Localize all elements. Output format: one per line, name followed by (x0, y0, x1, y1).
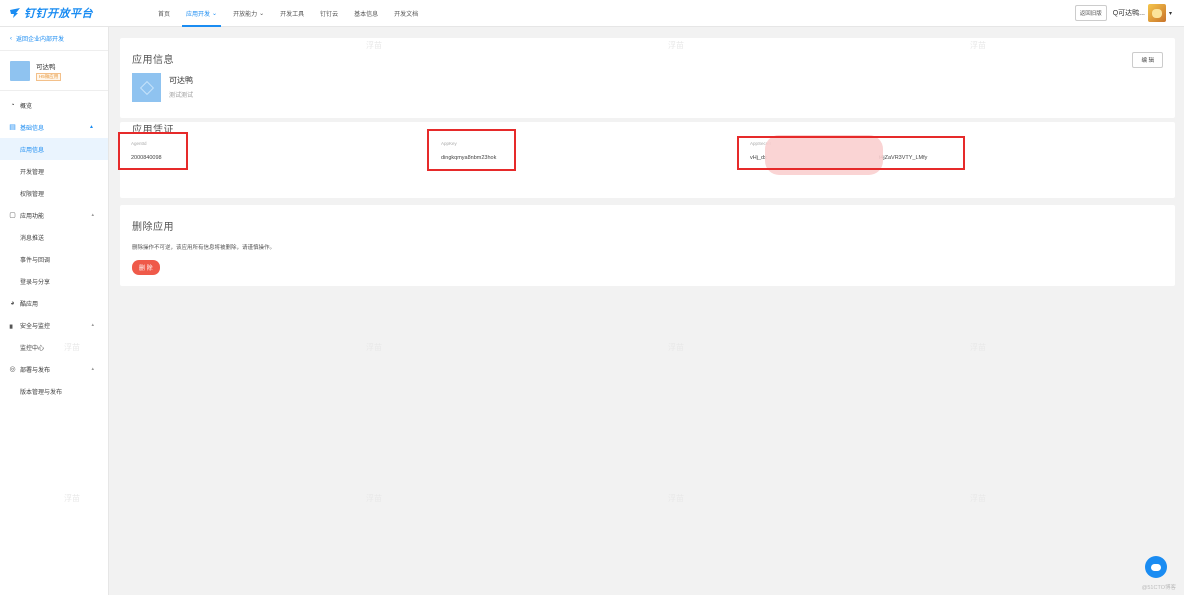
sidebar-item-label: 应用功能 (20, 213, 45, 220)
nav-open-capability[interactable]: 开放能力 ⌄ (225, 0, 272, 27)
sidebar-item-label: 概览 (20, 103, 33, 110)
chevron-down-icon: ▴ (91, 322, 94, 328)
credentials-card: 应用凭证 AgentId 2000840098 AppKey dingkqmya… (118, 122, 1175, 198)
sidebar-item-app-functions[interactable]: ▢ 应用功能 ▴ (0, 204, 108, 226)
sidebar-app-name: 可达鸭 (36, 63, 56, 71)
cool-app-icon: ◕ (10, 299, 15, 307)
sidebar: ‹ 返回企业内部开发 可达鸭 H5微应用 ◔ 概览 ▤ 基础信息 ▲ 应用信息 … (0, 27, 109, 595)
highlight-box-app-key (427, 129, 516, 171)
caret-down-icon: ▾ (1168, 10, 1172, 17)
delete-app-title: 删除应用 (132, 222, 174, 233)
chevron-down-icon: ▴ (91, 212, 94, 218)
document-icon: ▤ (9, 124, 16, 131)
delete-button[interactable]: 删 除 (132, 260, 160, 275)
sidebar-item-app-info[interactable]: 应用信息 (0, 138, 108, 160)
app-icon (132, 73, 161, 102)
delete-warning-text: 删除操作不可逆，该应用所有信息将被删除，请谨慎操作。 (132, 245, 276, 251)
main-nav: 首页 应用开发 ⌄ 开放能力 ⌄ 开发工具 钉钉云 基本信息 开发文档 (150, 0, 426, 27)
back-to-old-version-button[interactable]: 返回旧版 (1074, 5, 1107, 21)
function-icon: ▢ (9, 212, 16, 219)
nav-dev-tools-label: 开发工具 (280, 11, 305, 18)
sidebar-item-label: 部署与发布 (20, 367, 51, 374)
sidebar-item-security-monitoring[interactable]: ▖ 安全与监控 ▴ (0, 314, 108, 336)
main-content: 应用信息 编 辑 可达鸭 测试测试 应用凭证 AgentId 200084009… (118, 38, 1175, 286)
nav-dev-docs-label: 开发文档 (394, 11, 419, 18)
highlight-box-agent-id (118, 132, 188, 170)
sidebar-item-basic-info[interactable]: ▤ 基础信息 ▲ (0, 116, 108, 138)
nav-home[interactable]: 首页 (150, 0, 178, 27)
watermark: 浮苗 (366, 494, 382, 503)
nav-basic-info[interactable]: 基本信息 (346, 0, 386, 27)
app-info-title: 应用信息 (132, 55, 174, 66)
deploy-icon: ◎ (9, 366, 16, 373)
sidebar-item-monitoring-center[interactable]: 监控中心 (0, 336, 108, 358)
watermark: 浮苗 (668, 41, 684, 50)
chevron-left-icon: ‹ (10, 35, 12, 42)
nav-dingtalk-cloud[interactable]: 钉钉云 (312, 0, 346, 27)
sidebar-item-label: 基础信息 (20, 125, 45, 132)
sidebar-item-dev-management[interactable]: 开发管理 (0, 160, 108, 182)
nav-app-dev[interactable]: 应用开发 ⌄ (178, 0, 225, 27)
sidebar-item-cool-app[interactable]: ◕ 酷应用 (0, 292, 108, 314)
sidebar-item-message-push[interactable]: 消息推送 (0, 226, 108, 248)
user-menu[interactable]: Q可达鸭... ▾ (1113, 4, 1172, 22)
chat-bubble-icon (1151, 563, 1161, 571)
highlight-box-app-secret (737, 136, 965, 170)
app-description: 测试测试 (169, 93, 194, 99)
watermark: 浮苗 (970, 343, 986, 352)
logo-text: 钉钉开放平台 (24, 8, 93, 20)
watermark: 浮苗 (668, 343, 684, 352)
nav-basic-info-label: 基本信息 (354, 11, 379, 18)
header-right: 返回旧版 Q可达鸭... ▾ (1074, 4, 1184, 22)
nav-home-label: 首页 (158, 11, 171, 18)
sidebar-item-login-share[interactable]: 登录与分享 (0, 270, 108, 292)
sidebar-item-version-release[interactable]: 版本管理与发布 (0, 380, 108, 402)
logo[interactable]: 钉钉开放平台 (0, 5, 150, 21)
sidebar-item-label: 安全与监控 (20, 323, 51, 330)
sidebar-app-summary: 可达鸭 H5微应用 (0, 51, 108, 91)
user-name: Q可达鸭... (1112, 10, 1145, 17)
dingtalk-logo-icon (10, 8, 20, 18)
app-icon (10, 60, 30, 81)
sidebar-item-label: 酷应用 (20, 301, 39, 308)
chevron-down-icon: ⌄ (212, 10, 218, 17)
sidebar-item-events-callbacks[interactable]: 事件与回调 (0, 248, 108, 270)
back-label: 返回企业内部开发 (16, 37, 65, 43)
sidebar-item-permission-management[interactable]: 权限管理 (0, 182, 108, 204)
nav-dingtalk-cloud-label: 钉钉云 (320, 11, 339, 18)
nav-dev-tools[interactable]: 开发工具 (272, 0, 312, 27)
chevron-down-icon: ⌄ (259, 10, 265, 17)
avatar (1147, 4, 1166, 22)
app-name: 可达鸭 (169, 76, 193, 85)
watermark: 浮苗 (668, 494, 684, 503)
nav-dev-docs[interactable]: 开发文档 (386, 0, 426, 27)
chart-icon: ▖ (9, 322, 16, 329)
watermark: 浮苗 (970, 494, 986, 503)
nav-app-dev-label: 应用开发 (186, 11, 211, 18)
chevron-up-icon: ▲ (89, 124, 94, 130)
edit-button[interactable]: 编 辑 (1132, 52, 1163, 68)
app-info-card: 应用信息 编 辑 可达鸭 测试测试 (120, 38, 1175, 118)
watermark: 浮苗 (64, 494, 80, 503)
delete-app-card: 删除应用 删除操作不可逆，该应用所有信息将被删除，请谨慎操作。 删 除 (120, 205, 1175, 286)
watermark: 浮苗 (64, 343, 80, 352)
sidebar-item-deploy-release[interactable]: ◎ 部署与发布 ▴ (0, 358, 108, 380)
watermark: 浮苗 (366, 41, 382, 50)
watermark: 浮苗 (970, 41, 986, 50)
app-type-badge: H5微应用 (36, 72, 62, 81)
chevron-down-icon: ▴ (91, 366, 94, 372)
chat-help-button[interactable] (1145, 556, 1167, 578)
nav-open-capability-label: 开放能力 (233, 11, 258, 18)
back-to-internal-dev-link[interactable]: ‹ 返回企业内部开发 (0, 27, 108, 51)
dashboard-icon: ◔ (10, 101, 15, 109)
top-navigation-bar: 钉钉开放平台 首页 应用开发 ⌄ 开放能力 ⌄ 开发工具 钉钉云 基本信息 开发文档… (0, 0, 1184, 27)
footer-watermark: @51CTO博客 (1141, 585, 1176, 591)
watermark: 浮苗 (366, 343, 382, 352)
sidebar-item-overview[interactable]: ◔ 概览 (0, 94, 108, 116)
